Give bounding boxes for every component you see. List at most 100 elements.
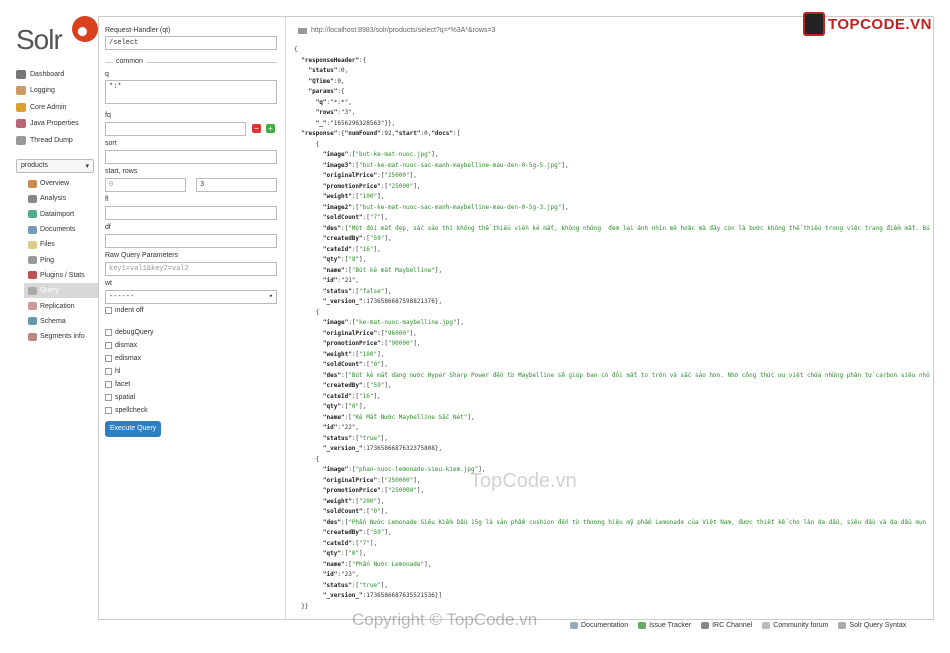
core-nav-analysis[interactable]: Analysis xyxy=(24,191,98,206)
indent-checkbox[interactable]: indent off xyxy=(105,307,144,314)
core-nav-overview[interactable]: Overview xyxy=(24,176,98,191)
sort-input[interactable] xyxy=(105,150,277,164)
nav-item-label: Thread Dump xyxy=(30,136,73,144)
common-legend: common xyxy=(113,58,146,65)
hl-checkbox[interactable]: hl xyxy=(105,368,120,375)
facet-label: facet xyxy=(115,381,131,388)
json-line: "_":"1656296328563"}}, xyxy=(315,119,396,127)
json-line: "promotionPrice":["90000"], xyxy=(322,340,421,347)
core-nav-plugins[interactable]: Plugins / Stats xyxy=(24,268,98,283)
json-line: "id":"22", xyxy=(322,424,360,431)
df-input[interactable] xyxy=(105,234,277,248)
solr-logo[interactable]: Solr xyxy=(14,14,98,55)
nav-item-label: Dashboard xyxy=(30,70,65,78)
nav-item-label: Core Admin xyxy=(30,103,67,111)
core-nav-files[interactable]: Files xyxy=(24,237,98,252)
core-nav-documents[interactable]: Documents xyxy=(24,222,98,237)
footer-link-documentation[interactable]: Documentation xyxy=(570,622,628,629)
debug-query-checkbox[interactable]: debugQuery xyxy=(105,329,154,336)
rows-input[interactable]: 3 xyxy=(196,178,277,192)
footer-link-label: Community forum xyxy=(773,622,829,629)
files-icon xyxy=(28,240,37,249)
json-line: "rows":"3", xyxy=(315,109,356,116)
dataimport-icon xyxy=(28,210,37,219)
checkbox-box xyxy=(105,368,112,375)
json-line: "q":"*:*", xyxy=(315,98,352,106)
link-icon xyxy=(298,27,307,34)
footer-link-label: Documentation xyxy=(581,622,629,629)
json-line: "_version_":1736586687632375808}, xyxy=(322,445,443,452)
json-line: "image":["phan-nuoc-lemonade-sieu-kiem.j… xyxy=(322,466,486,473)
facet-checkbox[interactable]: facet xyxy=(105,381,130,388)
fq-label: fq xyxy=(105,112,111,119)
df-label: df xyxy=(105,224,111,231)
core-nav-segments[interactable]: Segments info xyxy=(24,329,98,344)
topcode-logo-icon xyxy=(803,12,825,36)
json-line: "_version_":1736586687635521536}] xyxy=(322,592,443,599)
json-line: "response":{"numFound":92,"start":0,"doc… xyxy=(301,130,461,137)
documentation-icon xyxy=(570,622,578,629)
core-nav-ping[interactable]: Ping xyxy=(24,252,98,267)
schema-icon xyxy=(28,317,37,326)
json-line: "QTime":0, xyxy=(308,77,345,85)
fq-input[interactable] xyxy=(105,122,246,136)
core-nav-replication[interactable]: Replication xyxy=(24,298,98,313)
start-rows-label: start, rows xyxy=(105,168,138,175)
result-url-text[interactable]: http://localhost:8983/solr/products/sele… xyxy=(311,27,495,34)
footer-link-issue-tracker[interactable]: Issue Tracker xyxy=(638,622,691,629)
core-admin-icon xyxy=(16,102,26,112)
fl-input[interactable] xyxy=(105,206,277,220)
spatial-checkbox[interactable]: spatial xyxy=(105,394,135,401)
spellcheck-checkbox[interactable]: spellcheck xyxy=(105,407,148,414)
remove-fq-button[interactable]: − xyxy=(252,124,261,133)
nav-item-logging[interactable]: Logging xyxy=(16,83,96,100)
core-nav-query[interactable]: Query xyxy=(24,283,98,299)
edismax-checkbox[interactable]: edismax xyxy=(105,355,141,362)
core-selector[interactable]: products ▾ xyxy=(16,159,94,173)
copyright-watermark: Copyright © TopCode.vn xyxy=(352,610,538,629)
json-line: "originalPrice":["96000"], xyxy=(322,329,417,337)
nav-item-java-properties[interactable]: Java Properties xyxy=(16,116,96,133)
dismax-checkbox[interactable]: dismax xyxy=(105,342,137,349)
json-line: "soldCount":["0"], xyxy=(322,361,388,368)
core-nav-label: Replication xyxy=(40,302,75,310)
json-line: "promotionPrice":["25000"], xyxy=(322,182,421,190)
nav-item-dashboard[interactable]: Dashboard xyxy=(16,66,96,83)
json-line: "weight":["100"], xyxy=(322,350,385,358)
chevron-down-icon: ▾ xyxy=(268,293,273,301)
query-icon xyxy=(28,286,37,295)
query-form: Request-Handler (qt) /select common q *:… xyxy=(98,16,285,620)
wt-select[interactable]: ------ ▾ xyxy=(105,290,277,304)
wt-label: wt xyxy=(105,280,112,287)
overview-icon xyxy=(28,179,37,188)
raw-params-input[interactable]: key1=val1&key2=val2 xyxy=(105,262,277,276)
nav-item-core-admin[interactable]: Core Admin xyxy=(16,99,96,116)
issue-tracker-icon xyxy=(638,622,647,629)
add-fq-button[interactable]: + xyxy=(266,124,275,133)
checkbox-box xyxy=(105,355,112,362)
footer-link-irc[interactable]: IRC Channel xyxy=(701,622,752,629)
footer-link-label: IRC Channel xyxy=(712,622,753,629)
footer-link-label: Solr Query Syntax xyxy=(849,622,907,629)
q-textarea[interactable]: *:* xyxy=(105,80,277,104)
qt-input[interactable]: /select xyxy=(105,36,277,50)
execute-query-button[interactable]: Execute Query xyxy=(105,421,161,437)
thread-dump-icon xyxy=(16,135,26,145)
result-url[interactable]: http://localhost:8983/solr/products/sele… xyxy=(298,27,495,34)
json-line: "qty":["0"], xyxy=(322,403,367,410)
nav-item-thread-dump[interactable]: Thread Dump xyxy=(16,132,96,149)
start-input[interactable]: 0 xyxy=(105,178,186,192)
core-nav-dataimport[interactable]: Dataimport xyxy=(24,207,98,222)
footer-link-community[interactable]: Community forum xyxy=(762,622,828,629)
logging-icon xyxy=(16,86,26,96)
json-line: "soldCount":["7"], xyxy=(322,214,388,221)
core-nav-schema[interactable]: Schema xyxy=(24,314,98,329)
checkbox-box xyxy=(105,381,112,388)
replication-icon xyxy=(28,302,37,311)
raw-params-label: Raw Query Parameters xyxy=(105,252,179,259)
core-nav-label: Ping xyxy=(40,256,55,264)
segments-icon xyxy=(28,332,37,341)
hl-label: hl xyxy=(115,368,121,375)
footer-link-query-syntax[interactable]: Solr Query Syntax xyxy=(838,622,906,629)
json-line: "name":["Phấn Nước Lemonade"], xyxy=(322,560,432,568)
